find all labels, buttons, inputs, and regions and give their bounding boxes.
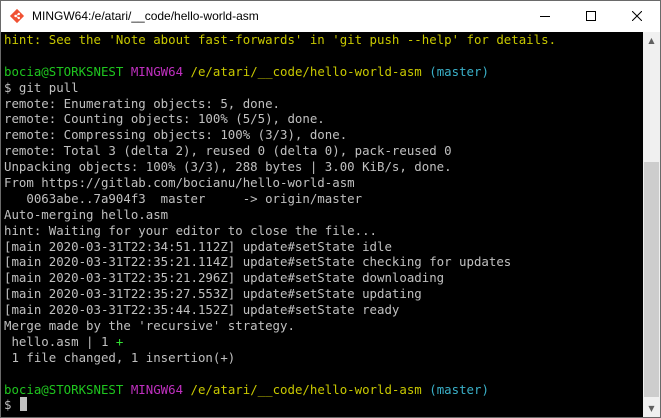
window-title: MINGW64:/e/atari/__code/hello-world-asm	[32, 9, 259, 23]
terminal-line: bocia@STORKSNEST MINGW64 /e/atari/__code…	[1, 64, 643, 80]
terminal-text-segment: hello.asm | 1	[4, 333, 116, 349]
terminal-line: 0063abe..7a904f3 master -> origin/master	[1, 191, 643, 207]
terminal-text-segment: [main 2020-03-31T22:34:51.112Z] update#s…	[4, 238, 392, 254]
terminal-line: Auto-merging hello.asm	[1, 207, 643, 223]
close-button[interactable]	[614, 1, 660, 31]
git-bash-app-icon[interactable]	[9, 8, 25, 24]
terminal-text-segment: bocia@STORKSNEST	[4, 63, 124, 79]
terminal-text-segment: hint: Waiting for your editor to close t…	[4, 222, 377, 238]
terminal-line: From https://gitlab.com/bocianu/hello-wo…	[1, 175, 643, 191]
terminal-text-segment: 1 file changed, 1 insertion(+)	[4, 349, 236, 365]
terminal-window: MINGW64:/e/atari/__code/hello-world-asm …	[0, 0, 661, 418]
terminal-text-segment: MINGW64	[130, 63, 184, 79]
terminal-text-segment: [main 2020-03-31T22:35:44.152Z] update#s…	[4, 302, 400, 318]
terminal-text-segment: Merge made by the 'recursive' strategy.	[4, 318, 295, 334]
terminal-line: [main 2020-03-31T22:35:44.152Z] update#s…	[1, 302, 643, 318]
terminal-line: remote: Counting objects: 100% (5/5), do…	[1, 111, 643, 127]
terminal-text-segment: /e/atari/__code/hello-world-asm	[190, 63, 422, 79]
terminal-text-segment: 0063abe..7a904f3 master -> origin/master	[4, 190, 363, 206]
terminal-line: Unpacking objects: 100% (3/3), 288 bytes…	[1, 159, 643, 175]
text-cursor	[19, 397, 27, 412]
terminal-line: 1 file changed, 1 insertion(+)	[1, 350, 643, 366]
terminal-line: remote: Enumerating objects: 5, done.	[1, 96, 643, 112]
minimize-icon	[540, 16, 550, 17]
terminal-line: remote: Total 3 (delta 2), reused 0 (del…	[1, 143, 643, 159]
terminal-text-segment: remote: Total 3 (delta 2), reused 0 (del…	[4, 143, 452, 159]
terminal-text-segment: (master)	[429, 381, 489, 397]
terminal-text-segment: hint: See the 'Note about fast-forwards'…	[4, 32, 557, 47]
chevron-up-icon: ▲	[648, 36, 655, 45]
terminal-text-segment: remote: Counting objects: 100% (5/5), do…	[4, 111, 325, 127]
terminal-text-segment: bocia@STORKSNEST	[4, 381, 124, 397]
terminal-line: $	[1, 397, 643, 413]
close-icon	[632, 11, 642, 21]
terminal-text-segment: +	[115, 333, 124, 349]
terminal-text-segment: From https://gitlab.com/bocianu/hello-wo…	[4, 175, 355, 191]
terminal-line: hint: See the 'Note about fast-forwards'…	[1, 32, 643, 48]
terminal-line: hint: Waiting for your editor to close t…	[1, 223, 643, 239]
terminal-line: remote: Compressing objects: 100% (3/3),…	[1, 127, 643, 143]
maximize-icon	[586, 11, 596, 21]
maximize-button[interactable]	[568, 1, 614, 31]
vertical-scrollbar[interactable]: ▲ ▼	[643, 32, 660, 417]
terminal-line: [main 2020-03-31T22:35:21.296Z] update#s…	[1, 270, 643, 286]
terminal-line: hello.asm | 1 +	[1, 334, 643, 350]
terminal-text-segment: [main 2020-03-31T22:35:27.553Z] update#s…	[4, 286, 422, 302]
terminal-text-segment: Unpacking objects: 100% (3/3), 288 bytes…	[4, 159, 452, 175]
terminal-text-segment: remote: Compressing objects: 100% (3/3),…	[4, 127, 348, 143]
minimize-button[interactable]	[522, 1, 568, 31]
terminal-text-segment: /e/atari/__code/hello-world-asm	[190, 381, 422, 397]
terminal-line: $ git pull	[1, 80, 643, 96]
terminal-text-segment: $ git pull	[4, 79, 79, 95]
terminal-text-segment: (master)	[429, 63, 489, 79]
terminal-text-segment: MINGW64	[130, 381, 184, 397]
scroll-up-button[interactable]: ▲	[643, 32, 660, 49]
terminal-line: [main 2020-03-31T22:35:21.114Z] update#s…	[1, 254, 643, 270]
scrollbar-thumb[interactable]	[644, 162, 659, 397]
scroll-down-button[interactable]: ▼	[643, 400, 660, 417]
chevron-down-icon: ▼	[648, 404, 655, 413]
terminal-output[interactable]: hint: See the 'Note about fast-forwards'…	[1, 32, 643, 417]
terminal-line: Merge made by the 'recursive' strategy.	[1, 318, 643, 334]
terminal-text-segment: [main 2020-03-31T22:35:21.114Z] update#s…	[4, 254, 512, 270]
terminal-line: [main 2020-03-31T22:35:27.553Z] update#s…	[1, 286, 643, 302]
terminal-text-segment: remote: Enumerating objects: 5, done.	[4, 95, 281, 111]
terminal-line: bocia@STORKSNEST MINGW64 /e/atari/__code…	[1, 382, 643, 398]
title-bar[interactable]: MINGW64:/e/atari/__code/hello-world-asm	[1, 1, 660, 32]
terminal-text-segment: [main 2020-03-31T22:35:21.296Z] update#s…	[4, 270, 445, 286]
terminal-text-segment: Auto-merging hello.asm	[4, 206, 169, 222]
terminal-line: [main 2020-03-31T22:34:51.112Z] update#s…	[1, 239, 643, 255]
